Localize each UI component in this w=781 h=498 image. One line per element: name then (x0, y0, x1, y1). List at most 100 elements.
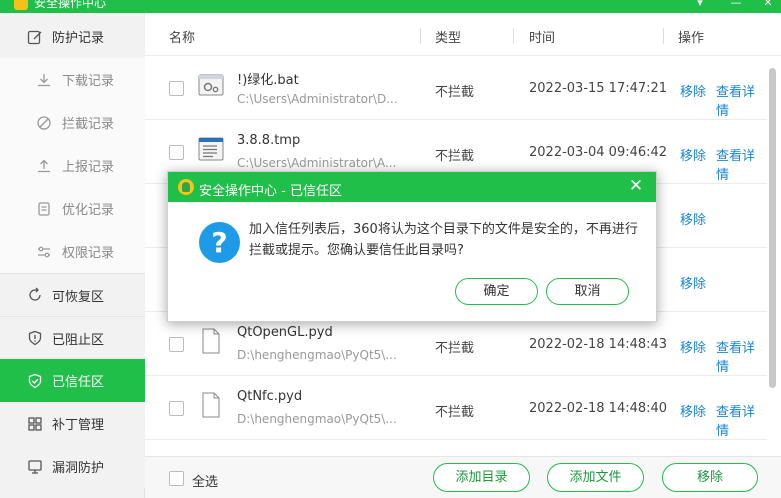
column-header-name[interactable]: 名称 (169, 27, 195, 46)
table-header: 名称 类型 时间 操作 (145, 13, 781, 56)
sidebar-item-block-records[interactable]: 拦截记录 (0, 101, 145, 144)
sidebar-item-report-records[interactable]: 上报记录 (0, 144, 145, 187)
edit-icon (27, 29, 43, 45)
sidebar-item-optimize-records[interactable]: 优化记录 (0, 187, 145, 230)
file-path: C:\Users\Administrator\D... (237, 92, 398, 106)
file-name: QtNfc.pyd (237, 389, 303, 404)
row-checkbox[interactable] (169, 145, 184, 160)
sidebar-item-permission-records[interactable]: 权限记录 (0, 230, 145, 273)
remove-button[interactable]: 移除 (662, 463, 758, 492)
row-checkbox[interactable] (169, 401, 184, 416)
close-window-icon[interactable]: ✕ (760, 0, 776, 10)
sidebar-item-label: 上报记录 (62, 160, 115, 175)
column-divider (513, 28, 514, 44)
sidebar-item-label: 拦截记录 (62, 117, 115, 132)
list-icon (36, 201, 52, 217)
remove-link[interactable]: 移除 (680, 273, 706, 292)
file-time: 2022-03-15 17:47:21 (529, 81, 668, 96)
window-title: 安全操作中心 (34, 0, 107, 10)
sidebar-item-label: 漏洞防护 (52, 461, 105, 476)
file-name: 3.8.8.tmp (237, 133, 301, 148)
sidebar-item-blocked-zone[interactable]: 已阻止区 (0, 316, 145, 359)
vertical-scrollbar[interactable] (769, 68, 776, 388)
view-details-link[interactable]: 查看详情 (716, 337, 767, 375)
column-header-type[interactable]: 类型 (435, 27, 461, 46)
file-time: 2022-03-04 09:46:42 (529, 145, 668, 160)
sidebar: 防护记录 下载记录 拦截记录 上报记录 优化记录 权限记录 可恢复区 已阻止区 … (0, 13, 145, 498)
monitor-icon (27, 459, 43, 475)
sidebar-item-restore-zone[interactable]: 可恢复区 (0, 273, 145, 316)
shield-check-icon (27, 373, 43, 389)
column-header-time[interactable]: 时间 (529, 27, 555, 46)
remove-link[interactable]: 移除 (680, 209, 706, 228)
dialog-message: 加入信任列表后，360将认为这个目录下的文件是安全的，不再进行拦截或提示。您确认… (249, 222, 638, 258)
sidebar-item-label: 已信任区 (52, 375, 105, 390)
sidebar-item-vulnerability-protection[interactable]: 漏洞防护 (0, 445, 145, 488)
file-type: 不拦截 (435, 149, 475, 164)
remove-link[interactable]: 移除 (680, 81, 706, 100)
block-icon (36, 115, 52, 131)
table-row[interactable]: !)绿化.bat C:\Users\Administrator\D... 不拦截… (145, 56, 767, 120)
sidebar-item-label: 补丁管理 (52, 418, 105, 433)
row-checkbox[interactable] (169, 337, 184, 352)
file-icon (198, 328, 224, 354)
column-divider (663, 28, 664, 44)
file-type: 不拦截 (435, 85, 475, 100)
file-name: !)绿化.bat (237, 73, 299, 88)
sidebar-item-patch-management[interactable]: 补丁管理 (0, 402, 145, 445)
minimize-icon[interactable]: — (728, 0, 744, 10)
restore-icon (27, 287, 43, 303)
file-path: D:\henghengmao\PyQt5\... (237, 348, 397, 362)
add-file-button[interactable]: 添加文件 (547, 463, 644, 492)
remove-link[interactable]: 移除 (680, 145, 706, 164)
sidebar-item-protection-records[interactable]: 防护记录 (0, 15, 145, 58)
footer-toolbar: 全选 添加目录 添加文件 移除 (145, 456, 781, 498)
slider-icon (36, 244, 52, 260)
tmp-file-icon (198, 136, 224, 162)
dialog-header: 安全操作中心 - 已信任区 ✕ (168, 172, 656, 202)
sidebar-item-label: 权限记录 (62, 246, 115, 261)
remove-link[interactable]: 移除 (680, 401, 706, 420)
shield-alert-icon (27, 330, 43, 346)
dialog-title: 安全操作中心 - 已信任区 (199, 184, 342, 199)
file-icon (198, 392, 224, 418)
table-row[interactable]: QtNfc.pyd D:\henghengmao\PyQt5\... 不拦截 2… (145, 376, 767, 440)
select-all-label[interactable]: 全选 (192, 471, 218, 490)
title-bar: 安全操作中心 ▾ — ✕ (0, 0, 781, 13)
sidebar-item-label: 防护记录 (52, 31, 105, 46)
file-time: 2022-02-18 14:48:40 (529, 401, 668, 416)
file-type: 不拦截 (435, 405, 475, 420)
sidebar-item-label: 下载记录 (62, 74, 115, 89)
app-logo-icon (14, 0, 28, 10)
column-header-action: 操作 (678, 31, 705, 46)
close-icon[interactable]: ✕ (626, 176, 646, 196)
file-path: C:\Users\Administrator\A... (237, 156, 397, 170)
grid-icon (27, 416, 43, 432)
menu-icon[interactable]: ▾ (692, 0, 708, 10)
view-details-link[interactable]: 查看详情 (716, 81, 767, 119)
confirm-button[interactable]: 确定 (455, 278, 538, 305)
sidebar-item-label: 可恢复区 (52, 289, 105, 305)
trust-confirm-dialog: 安全操作中心 - 已信任区 ✕ ? 加入信任列表后，360将认为这个目录下的文件… (167, 171, 657, 322)
file-name: QtOpenGL.pyd (237, 325, 333, 340)
file-path: D:\henghengmao\PyQt5\... (237, 412, 397, 426)
view-details-link[interactable]: 查看详情 (716, 401, 767, 439)
column-divider (420, 28, 421, 44)
select-all-checkbox[interactable] (169, 471, 184, 486)
app-logo-icon (178, 179, 194, 195)
row-checkbox[interactable] (169, 81, 184, 96)
question-icon: ? (199, 222, 240, 263)
file-time: 2022-02-18 14:48:43 (529, 337, 668, 352)
remove-link[interactable]: 移除 (680, 337, 706, 356)
download-icon (36, 72, 52, 88)
sidebar-item-label: 优化记录 (62, 203, 115, 218)
sidebar-item-download-records[interactable]: 下载记录 (0, 58, 145, 101)
sidebar-item-label: 已阻止区 (52, 332, 105, 348)
bat-file-icon (198, 72, 224, 98)
file-type: 不拦截 (435, 341, 475, 356)
add-directory-button[interactable]: 添加目录 (433, 463, 530, 492)
cancel-button[interactable]: 取消 (546, 278, 629, 305)
view-details-link[interactable]: 查看详情 (716, 145, 767, 183)
upload-icon (36, 158, 52, 174)
sidebar-item-trusted-zone[interactable]: 已信任区 (0, 359, 145, 402)
